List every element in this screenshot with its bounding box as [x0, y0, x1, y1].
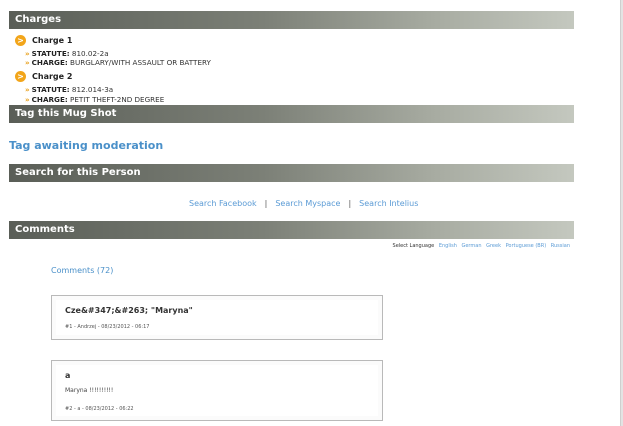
charge-1-heading: > Charge 1 [15, 35, 72, 46]
double-chevron-icon: » [25, 85, 30, 94]
charge-2-statute: » STATUTE: 812.014-3a [25, 85, 114, 94]
comment-item: a Maryna !!!!!!!!!! #2 - a - 08/23/2012 … [51, 360, 383, 421]
separator: | [264, 199, 268, 208]
language-label: Select Language [392, 243, 435, 249]
comment-inner: Cze&#347;&#263; "Maryna" #1 - Andrzej - … [56, 300, 378, 335]
charge-2-heading: > Charge 2 [15, 71, 72, 82]
language-selector: Select Language English German Greek Por… [393, 243, 570, 249]
comment-inner: a Maryna !!!!!!!!!! #2 - a - 08/23/2012 … [56, 365, 378, 416]
double-chevron-icon: » [25, 95, 30, 104]
language-russian[interactable]: Russian [551, 243, 570, 249]
search-facebook-link[interactable]: Search Facebook [189, 199, 257, 208]
comment-body: Maryna !!!!!!!!!! [65, 387, 114, 394]
language-portuguese-br[interactable]: Portuguese (BR) [506, 243, 547, 249]
comment-meta: #1 - Andrzej - 08/23/2012 - 06:17 [65, 324, 150, 330]
search-intelius-link[interactable]: Search Intelius [359, 199, 418, 208]
double-chevron-icon: » [25, 49, 30, 58]
language-greek[interactable]: Greek [486, 243, 501, 249]
comment-title: Cze&#347;&#263; "Maryna" [65, 306, 193, 315]
charge-1-statute: » STATUTE: 810.02-2a [25, 49, 109, 58]
language-german[interactable]: German [461, 243, 481, 249]
chevron-right-icon: > [15, 71, 26, 82]
comments-header: Comments [9, 221, 574, 239]
search-header: Search for this Person [9, 164, 574, 182]
double-chevron-icon: » [25, 58, 30, 67]
separator: | [348, 199, 352, 208]
charge-1-charge: » CHARGE: BURGLARY/WITH ASSAULT OR BATTER… [25, 58, 211, 67]
comment-meta: #2 - a - 08/23/2012 - 06:22 [65, 406, 134, 412]
tag-header: Tag this Mug Shot [9, 105, 574, 123]
comment-item: Cze&#347;&#263; "Maryna" #1 - Andrzej - … [51, 295, 383, 340]
chevron-right-icon: > [15, 35, 26, 46]
search-links: Search Facebook | Search Myspace | Search In… [189, 199, 418, 208]
tag-status[interactable]: Tag awaiting moderation [9, 139, 163, 152]
comments-count[interactable]: Comments (72) [51, 266, 113, 275]
language-english[interactable]: English [439, 243, 457, 249]
charge-1-title: Charge 1 [32, 36, 73, 45]
charge-2-charge: » CHARGE: PETIT THEFT-2ND DEGREE [25, 95, 165, 104]
search-myspace-link[interactable]: Search Myspace [275, 199, 340, 208]
charge-2-title: Charge 2 [32, 72, 73, 81]
charges-header: Charges [9, 11, 574, 29]
comment-title: a [65, 371, 71, 380]
